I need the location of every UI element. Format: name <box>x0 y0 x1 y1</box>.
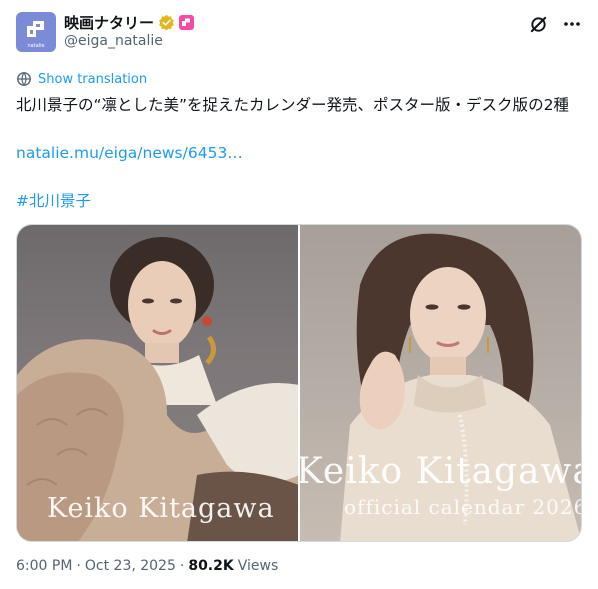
tweet-date[interactable]: Oct 23, 2025 <box>85 558 176 574</box>
views-label: Views <box>237 558 279 574</box>
more-icon[interactable] <box>562 14 582 34</box>
verified-badge-icon <box>159 14 174 31</box>
photo-left[interactable]: Keiko Kitagawa <box>17 225 298 541</box>
tweet: natalie 映画ナタリー @eiga_natalie Show transl… <box>0 0 598 589</box>
tweet-meta: 6:00 PM · Oct 23, 2025 · 80.2K Views <box>16 558 278 574</box>
media-grid: Keiko Kitagawa Keiko Kitagawa official c… <box>16 224 582 542</box>
display-name[interactable]: 映画ナタリー <box>64 12 154 33</box>
affiliate-badge-icon[interactable] <box>179 14 195 30</box>
show-translation-label[interactable]: Show translation <box>38 72 147 87</box>
author-name-row[interactable]: 映画ナタリー <box>64 12 195 33</box>
views-count[interactable]: 80.2K <box>188 558 233 574</box>
natalie-logo-icon <box>27 21 44 37</box>
tweet-text: 北川景子の“凛とした美”を捉えたカレンダー発売、ポスター版・デスク版の2種 <box>16 96 569 114</box>
avatar[interactable]: natalie <box>16 12 56 52</box>
translate-icon <box>17 72 31 86</box>
tweet-time[interactable]: 6:00 PM <box>16 558 72 574</box>
portrait-image-right <box>340 233 581 541</box>
calendar-subtitle-right: official calendar 2026 <box>344 495 581 519</box>
show-translation-link[interactable]: Show translation <box>16 71 147 87</box>
handle[interactable]: @eiga_natalie <box>64 33 163 49</box>
photo-right[interactable]: Keiko Kitagawa official calendar 2026 <box>300 225 581 541</box>
calendar-title-left: Keiko Kitagawa <box>47 493 275 524</box>
meta-separator: · <box>179 558 185 574</box>
meta-separator: · <box>76 558 81 574</box>
grok-icon[interactable] <box>528 14 548 34</box>
header-actions <box>528 14 582 34</box>
avatar-label: natalie <box>27 43 45 49</box>
hashtag-link[interactable]: #北川景子 <box>16 189 91 213</box>
news-link[interactable]: natalie.mu/eiga/news/6453… <box>16 141 243 165</box>
calendar-title-right: Keiko Kitagawa <box>300 451 581 492</box>
